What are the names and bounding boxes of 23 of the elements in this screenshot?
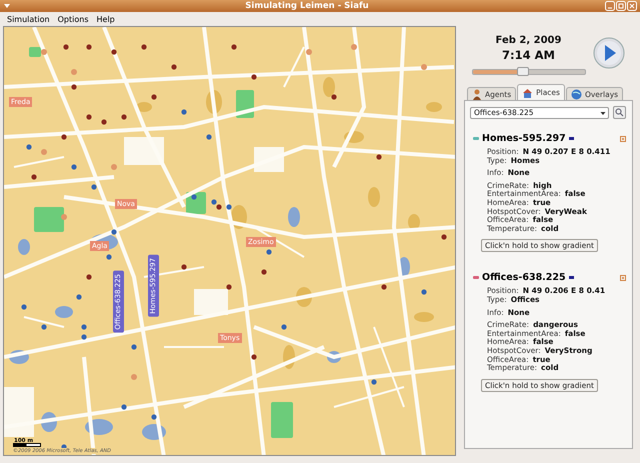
menu-item[interactable]: Simulation [4,14,53,24]
minimize-icon[interactable] [605,1,615,11]
close-icon[interactable] [620,136,626,142]
close-icon[interactable] [620,274,626,281]
scale-bar-icon [13,443,41,447]
person-icon [472,88,482,100]
menu-item[interactable]: Options [54,14,92,24]
window-title: Simulating Leimen - Siafu [244,0,370,12]
place-name: Offices-638.225 [482,272,566,284]
time-slider[interactable] [472,69,586,75]
simulation-time: 7:14 AM [502,48,555,62]
search-button[interactable] [613,106,626,119]
flag-icon [568,276,574,280]
menu-item[interactable]: Help [94,14,118,24]
slider-thumb[interactable] [516,67,529,76]
maximize-icon[interactable] [616,1,626,11]
flag-icon [568,137,574,140]
play-icon[interactable] [593,37,625,69]
house-icon [522,88,534,98]
place-name: Homes-595.297 [482,133,566,144]
simulation-date: Feb 2, 2009 [496,35,562,46]
window-menu-icon[interactable] [3,2,11,10]
globe-icon [570,88,582,100]
